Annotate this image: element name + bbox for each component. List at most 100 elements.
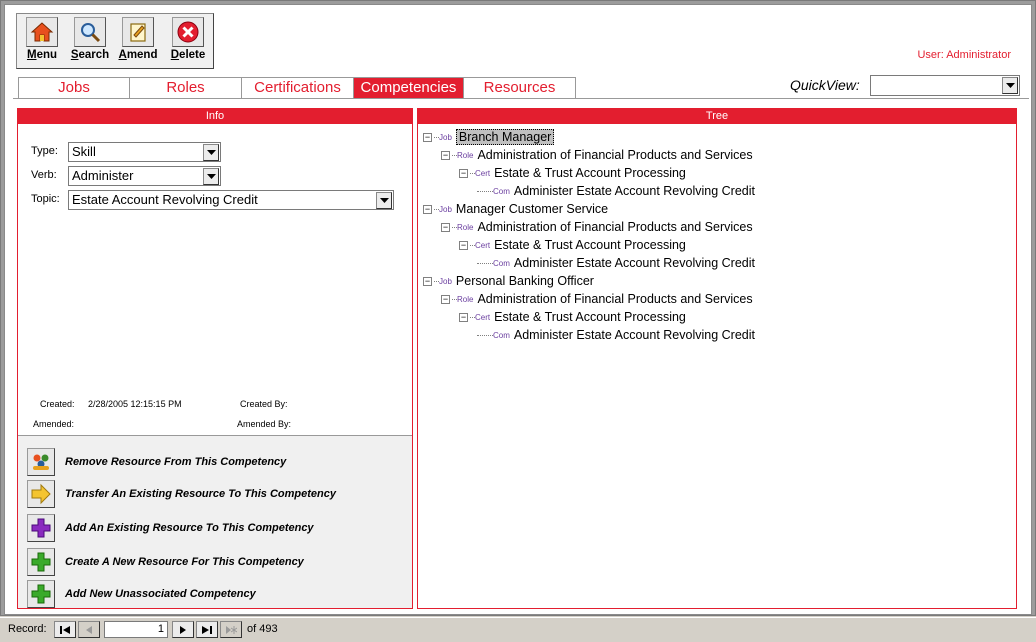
action-label: Add New Unassociated Competency bbox=[65, 588, 256, 600]
new-record-button[interactable] bbox=[220, 621, 242, 638]
tree-node-tag: Job bbox=[439, 132, 452, 142]
tree-node-cert[interactable]: − Cert Estate & Trust Account Processing bbox=[459, 236, 686, 254]
previous-record-button[interactable] bbox=[78, 621, 100, 638]
tree-node-label[interactable]: Administer Estate Account Revolving Cred… bbox=[514, 328, 755, 342]
tree-node-tag: Com bbox=[493, 330, 510, 340]
collapse-toggle-icon[interactable]: − bbox=[441, 294, 450, 304]
tree-node-label[interactable]: Branch Manager bbox=[455, 129, 555, 145]
collapse-toggle-icon[interactable]: − bbox=[459, 312, 468, 322]
actions-area: Remove Resource From This Competency Tra… bbox=[18, 435, 412, 608]
tab-competencies[interactable]: Competencies bbox=[354, 77, 464, 99]
record-number-input[interactable]: 1 bbox=[104, 621, 168, 638]
tab-resources[interactable]: Resources bbox=[464, 77, 576, 99]
tree-panel: Tree − Job Branch Manager − Role Administrati… bbox=[417, 108, 1017, 609]
search-button[interactable]: Search bbox=[68, 17, 112, 69]
created-value: 2/28/2005 12:15:15 PM bbox=[88, 399, 182, 409]
tree-node-tag: Job bbox=[439, 276, 452, 286]
action-label: Transfer An Existing Resource To This Co… bbox=[65, 488, 336, 500]
last-record-button[interactable] bbox=[196, 621, 218, 638]
record-navigator: Record: 1 of 493 bbox=[0, 617, 1036, 642]
tab-jobs[interactable]: Jobs bbox=[18, 77, 130, 99]
chevron-down-icon[interactable] bbox=[376, 192, 392, 209]
tab-certifications[interactable]: Certifications bbox=[242, 77, 354, 99]
tree-connector bbox=[477, 190, 493, 192]
verb-label: Verb: bbox=[31, 169, 57, 181]
tree-connector bbox=[477, 262, 493, 264]
tree-node-label[interactable]: Administration of Financial Products and… bbox=[477, 148, 752, 162]
delete-key: D bbox=[170, 49, 180, 61]
quickview-label: QuickView: bbox=[790, 77, 860, 93]
amended-label: Amended: bbox=[33, 419, 75, 429]
tree-node-com[interactable]: Com Administer Estate Account Revolving C… bbox=[477, 326, 755, 344]
create-new-resource-action[interactable]: Create A New Resource For This Competenc… bbox=[27, 548, 304, 576]
record-label: Record: bbox=[8, 623, 47, 635]
tree-node-cert[interactable]: − Cert Estate & Trust Account Processing bbox=[459, 308, 686, 326]
chevron-down-icon[interactable] bbox=[203, 168, 219, 185]
action-label: Create A New Resource For This Competenc… bbox=[65, 556, 304, 568]
collapse-toggle-icon[interactable]: − bbox=[441, 150, 450, 160]
created-label: Created: bbox=[40, 399, 75, 409]
tree-node-label[interactable]: Manager Customer Service bbox=[456, 202, 608, 216]
record-of-text: of bbox=[247, 623, 257, 635]
tree-node-label[interactable]: Administer Estate Account Revolving Cred… bbox=[514, 256, 755, 270]
type-value: Skill bbox=[72, 144, 96, 159]
tab-divider bbox=[13, 98, 1029, 99]
plus-purple-icon[interactable] bbox=[27, 514, 55, 542]
collapse-toggle-icon[interactable]: − bbox=[441, 222, 450, 232]
user-label: User: Administrator bbox=[917, 49, 1011, 61]
tree-node-tag: Role bbox=[457, 294, 474, 304]
arrow-right-icon[interactable] bbox=[27, 480, 55, 508]
first-record-button[interactable] bbox=[54, 621, 76, 638]
people-icon[interactable] bbox=[27, 448, 55, 476]
collapse-toggle-icon[interactable]: − bbox=[423, 132, 432, 142]
plus-green-icon[interactable] bbox=[27, 580, 55, 608]
topic-value: Estate Account Revolving Credit bbox=[72, 192, 258, 207]
collapse-toggle-icon[interactable]: − bbox=[459, 240, 468, 250]
verb-select[interactable]: Administer bbox=[68, 166, 221, 186]
type-select[interactable]: Skill bbox=[68, 142, 221, 162]
tree-node-tag: Cert bbox=[475, 168, 491, 178]
collapse-toggle-icon[interactable]: − bbox=[423, 204, 432, 214]
tree-panel-title: Tree bbox=[418, 109, 1016, 124]
menu-button[interactable]: Menu bbox=[20, 17, 64, 69]
tree-node-label[interactable]: Administer Estate Account Revolving Cred… bbox=[514, 184, 755, 198]
info-panel-title: Info bbox=[18, 109, 412, 124]
quickview-select[interactable] bbox=[870, 75, 1020, 96]
delete-button[interactable]: Delete bbox=[166, 17, 210, 69]
info-panel: Info Type: Skill Verb: Administer Topic:… bbox=[17, 108, 413, 609]
tab-roles[interactable]: Roles bbox=[130, 77, 242, 99]
tree-node-tag: Com bbox=[493, 186, 510, 196]
chevron-down-icon[interactable] bbox=[1002, 77, 1018, 94]
tree-node-label[interactable]: Estate & Trust Account Processing bbox=[494, 310, 686, 324]
remove-resource-action[interactable]: Remove Resource From This Competency bbox=[27, 448, 286, 476]
add-existing-resource-action[interactable]: Add An Existing Resource To This Compete… bbox=[27, 514, 314, 542]
tree-node-tag: Role bbox=[457, 150, 474, 160]
tree-node-label[interactable]: Administration of Financial Products and… bbox=[477, 292, 752, 306]
tree-node-com[interactable]: Com Administer Estate Account Revolving C… bbox=[477, 182, 755, 200]
tree-node-label[interactable]: Estate & Trust Account Processing bbox=[494, 166, 686, 180]
transfer-resource-action[interactable]: Transfer An Existing Resource To This Co… bbox=[27, 480, 336, 508]
tree-node-label[interactable]: Estate & Trust Account Processing bbox=[494, 238, 686, 252]
tree-node-role[interactable]: − Role Administration of Financial Product… bbox=[441, 290, 753, 308]
amended-by-label: Amended By: bbox=[237, 419, 292, 429]
amend-button[interactable]: Amend bbox=[116, 17, 160, 69]
tree-node-com[interactable]: Com Administer Estate Account Revolving C… bbox=[477, 254, 755, 272]
tree-node-cert[interactable]: − Cert Estate & Trust Account Processing bbox=[459, 164, 686, 182]
tree-node-label[interactable]: Personal Banking Officer bbox=[456, 274, 594, 288]
tree-node-role[interactable]: − Role Administration of Financial Product… bbox=[441, 146, 753, 164]
collapse-toggle-icon[interactable]: − bbox=[459, 168, 468, 178]
record-total: 493 bbox=[259, 623, 278, 635]
tree-node-role[interactable]: − Role Administration of Financial Product… bbox=[441, 218, 753, 236]
search-icon bbox=[74, 17, 106, 47]
plus-green-icon[interactable] bbox=[27, 548, 55, 576]
tree-node-label[interactable]: Administration of Financial Products and… bbox=[477, 220, 752, 234]
tree-node-job[interactable]: − Job Manager Customer Service bbox=[423, 200, 608, 218]
topic-select[interactable]: Estate Account Revolving Credit bbox=[68, 190, 394, 210]
tree-node-tag: Cert bbox=[475, 240, 491, 250]
chevron-down-icon[interactable] bbox=[203, 144, 219, 161]
collapse-toggle-icon[interactable]: − bbox=[423, 276, 432, 286]
add-unassociated-competency-action[interactable]: Add New Unassociated Competency bbox=[27, 580, 256, 608]
tree-node-job[interactable]: − Job Personal Banking Officer bbox=[423, 272, 594, 290]
next-record-button[interactable] bbox=[172, 621, 194, 638]
tree-node-job[interactable]: − Job Branch Manager bbox=[423, 128, 555, 146]
